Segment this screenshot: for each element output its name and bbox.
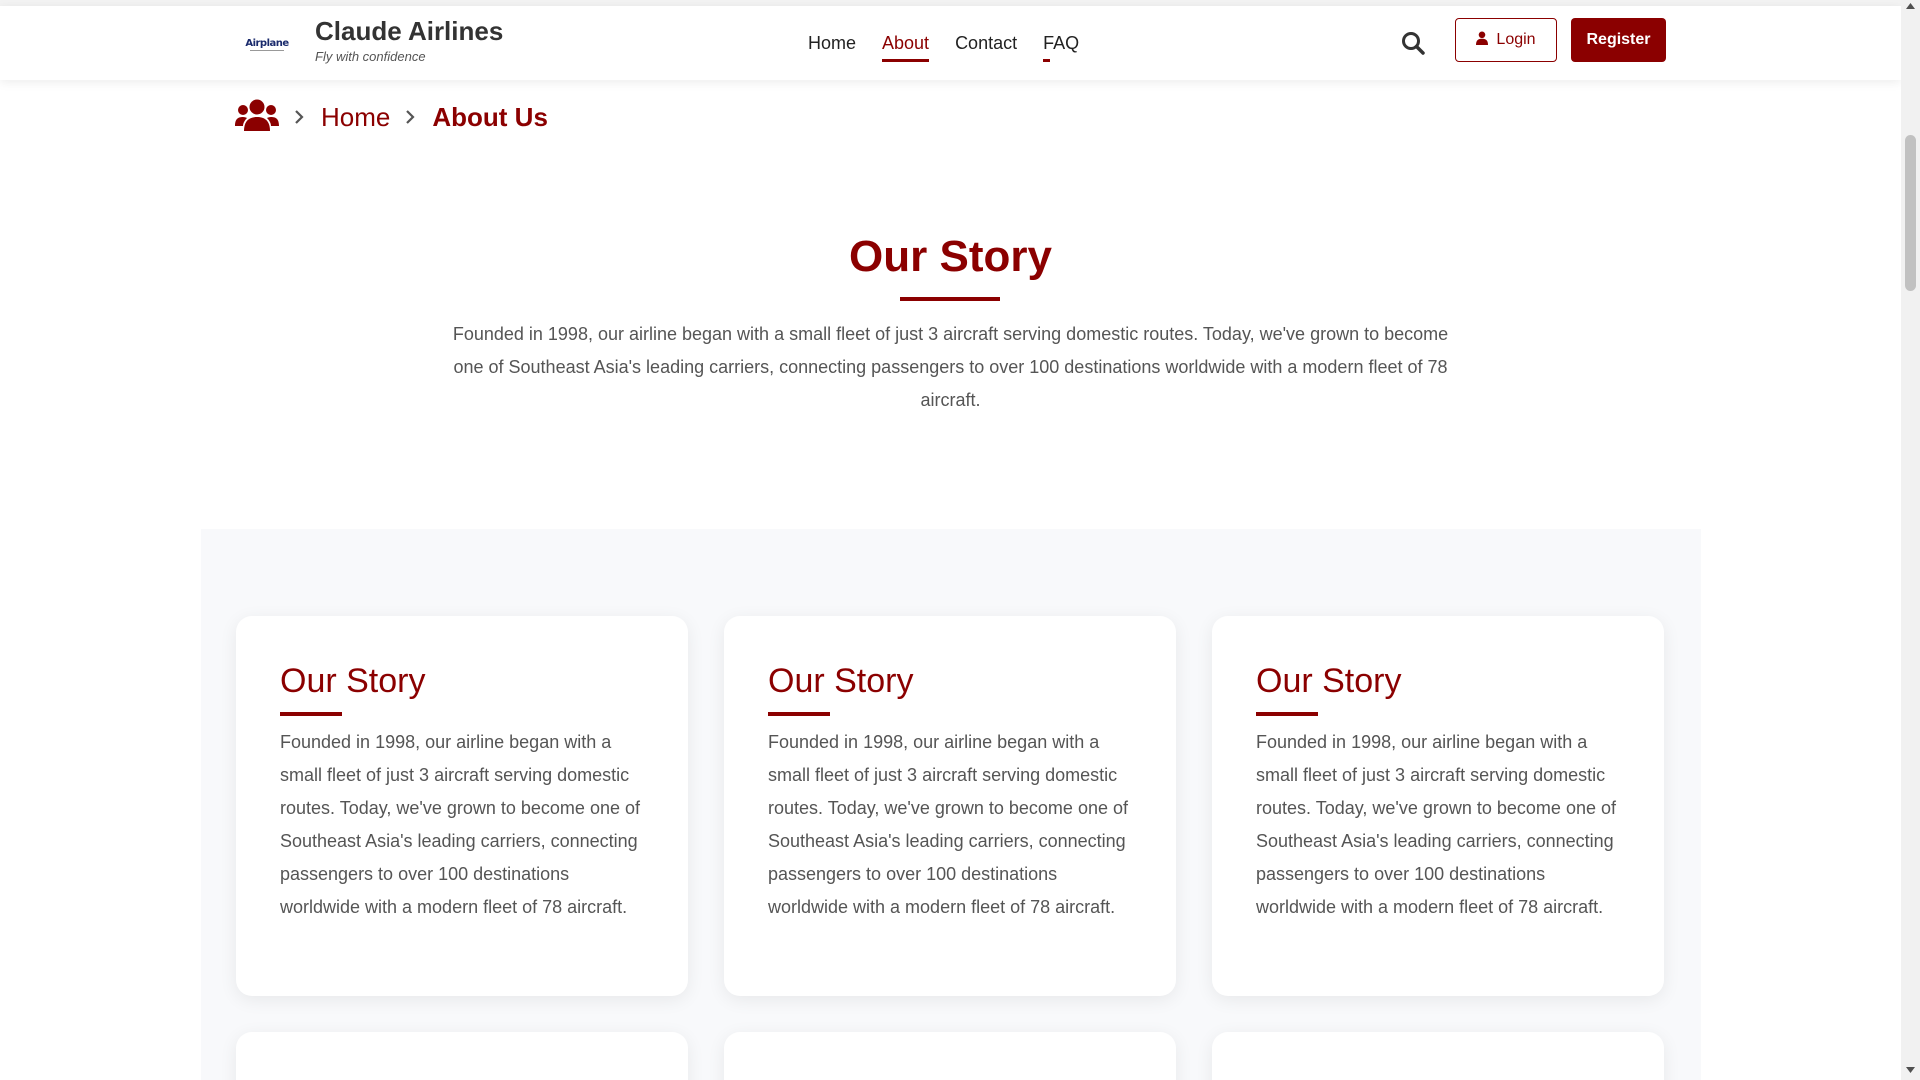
story-card-partial	[724, 1032, 1176, 1080]
nav-home[interactable]: Home	[808, 27, 856, 60]
card-text: Founded in 1998, our airline began with …	[768, 732, 1128, 917]
breadcrumb: Home About Us	[235, 97, 548, 137]
register-button[interactable]: Register	[1571, 18, 1666, 62]
story-cards-section: Our Story Founded in 1998, our airline b…	[201, 529, 1701, 1080]
breadcrumb-home[interactable]: Home	[321, 102, 390, 133]
story-card-partial	[236, 1032, 688, 1080]
card-underline	[1256, 712, 1318, 716]
login-label: Login	[1496, 31, 1536, 48]
chevron-right-icon	[404, 107, 418, 127]
story-card: Our Story Founded in 1998, our airline b…	[236, 616, 688, 996]
page-title: Our Story	[849, 232, 1052, 281]
story-card: Our Story Founded in 1998, our airline b…	[724, 616, 1176, 996]
logo-text: Airplane	[245, 37, 289, 49]
card-text: Founded in 1998, our airline began with …	[280, 732, 640, 917]
card-title: Our Story	[1256, 662, 1402, 700]
logo-line	[250, 50, 284, 51]
story-card: Our Story Founded in 1998, our airline b…	[1212, 616, 1664, 996]
login-button[interactable]: Login	[1455, 18, 1557, 62]
scrollbar-thumb[interactable]	[1905, 135, 1916, 291]
brand-name[interactable]: Claude Airlines	[315, 16, 503, 47]
card-text: Founded in 1998, our airline began with …	[1256, 732, 1616, 917]
card-underline	[768, 712, 830, 716]
nav-faq[interactable]: FAQ	[1043, 27, 1079, 62]
breadcrumb-current: About Us	[432, 101, 548, 132]
scroll-down-arrow-icon[interactable]	[1905, 1067, 1916, 1077]
card-title: Our Story	[280, 662, 426, 700]
title-underline	[900, 297, 1000, 301]
nav-about[interactable]: About	[882, 27, 930, 62]
page: Airplane Claude Airlines Fly with confid…	[0, 0, 1901, 1080]
story-card-partial	[1212, 1032, 1664, 1080]
hero-description: Founded in 1998, our airline began with …	[452, 324, 1449, 410]
vertical-scrollbar[interactable]	[1901, 0, 1920, 1080]
brand-tagline: Fly with confidence	[315, 49, 426, 64]
chevron-right-icon	[293, 107, 307, 127]
main-nav: Home About Contact FAQ	[808, 6, 1079, 80]
search-icon[interactable]	[1400, 30, 1426, 56]
site-header: Airplane Claude Airlines Fly with confid…	[0, 6, 1901, 80]
airline-logo[interactable]: Airplane	[244, 32, 290, 54]
users-icon	[235, 98, 279, 137]
user-icon	[1476, 31, 1489, 50]
scroll-up-arrow-icon[interactable]	[1905, 3, 1916, 13]
card-title: Our Story	[768, 662, 914, 700]
nav-contact[interactable]: Contact	[955, 27, 1017, 60]
card-underline	[280, 712, 342, 716]
